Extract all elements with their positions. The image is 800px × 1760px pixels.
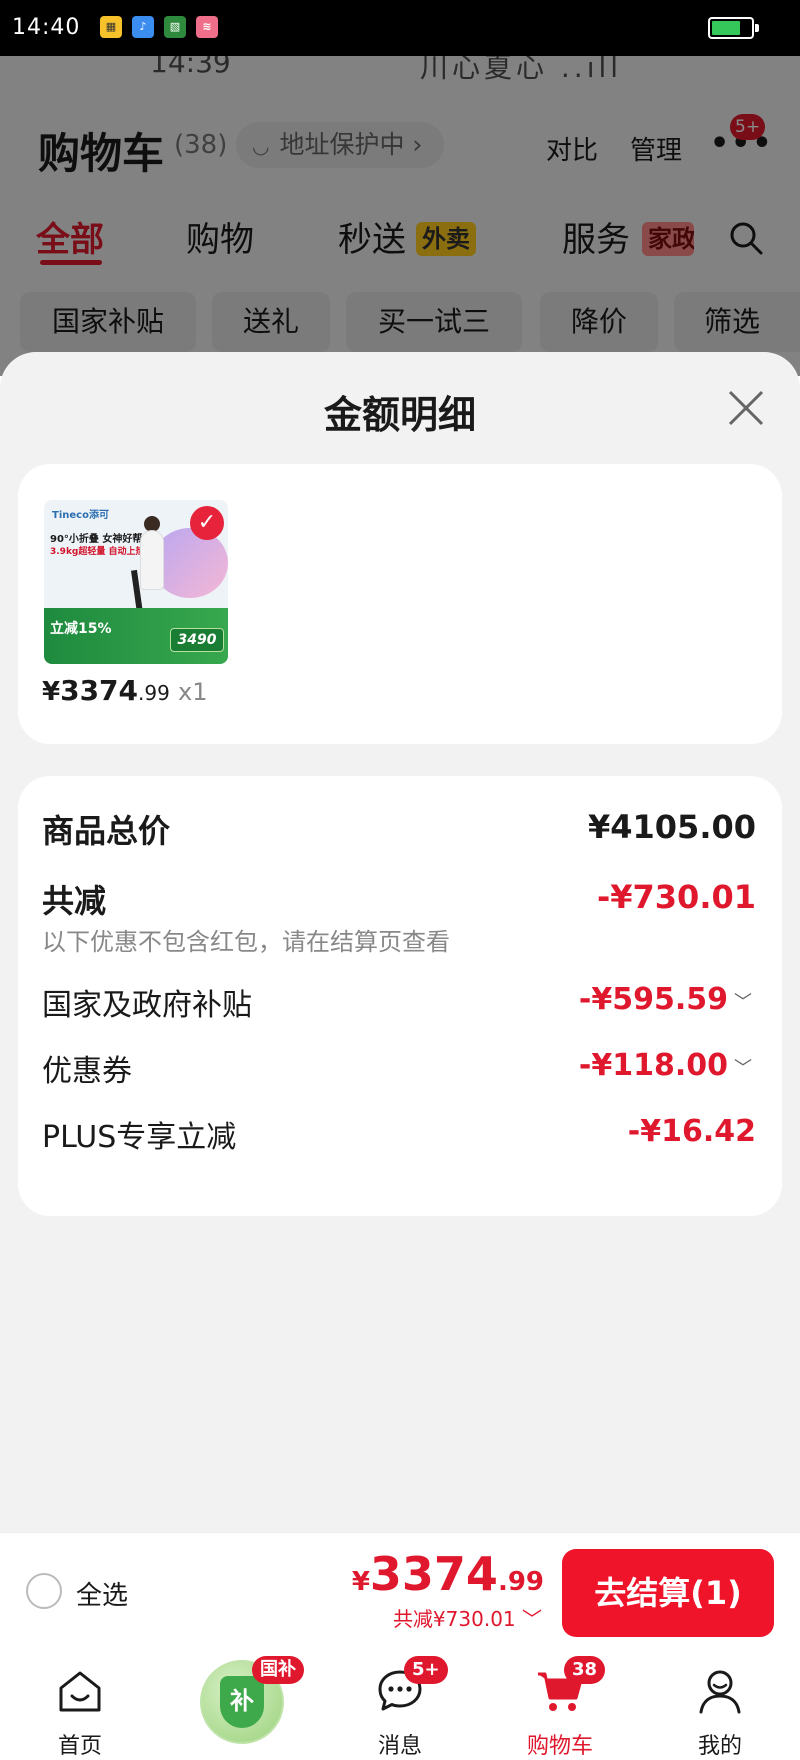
item-quantity: x1 <box>178 678 208 706</box>
coupon-value: -¥118.00 <box>578 1048 728 1083</box>
shield-icon: 补 <box>220 1676 264 1728</box>
app-notification-icon-3: ▧ <box>164 16 186 38</box>
battery-icon <box>708 17 759 39</box>
app-notification-icon-1: ▦ <box>100 16 122 38</box>
chevron-down-icon: ﹀ <box>734 991 752 1013</box>
chevron-down-icon: ﹀ <box>734 1057 752 1079</box>
close-icon[interactable] <box>724 386 768 430</box>
coupon-row[interactable]: -¥118.00 ﹀ <box>579 1048 752 1083</box>
nav-cart-badge: 38 <box>564 1656 606 1684</box>
nav-messages-badge: 5+ <box>404 1656 448 1684</box>
total-reduction-label: 共减 <box>42 882 107 920</box>
thumb-headline: 90°小折叠 女神好帮手 <box>50 534 153 545</box>
item-price: ¥3374.99 <box>42 674 170 707</box>
nav-messages[interactable]: 5+ 消息 <box>330 1648 470 1760</box>
nav-cart-label: 购物车 <box>526 1734 593 1759</box>
thumb-logo: Tineco添可 <box>52 510 109 521</box>
sheet-title: 金额明细 <box>323 393 476 437</box>
status-bar: 14:40 ▦ ♪ ▧ ≋ <box>0 0 800 56</box>
subtotal-value: ¥4105.00 <box>587 808 756 846</box>
nav-home[interactable]: 首页 <box>10 1648 150 1760</box>
nav-national-subsidy[interactable]: 补 国补 <box>170 1648 310 1760</box>
plus-discount-label: PLUS专享立减 <box>42 1120 237 1155</box>
checkout-button[interactable]: 去结算(1) <box>562 1549 774 1637</box>
product-thumbnail[interactable]: Tineco添可 90°小折叠 女神好帮手 3.9kg超轻量 自动上热水 ✓ 立… <box>44 500 228 664</box>
total-reduction-value: -¥730.01 <box>596 878 756 916</box>
gov-subsidy-label: 国家及政府补贴 <box>42 988 252 1023</box>
reduction-note: 以下优惠不包含红包，请在结算页查看 <box>42 928 450 956</box>
nav-profile-label: 我的 <box>697 1734 742 1759</box>
nav-subsidy-badge: 国补 <box>252 1656 304 1684</box>
select-all-radio[interactable] <box>26 1573 62 1609</box>
nav-cart[interactable]: 38 购物车 <box>490 1648 630 1760</box>
app-notification-icon-4: ≋ <box>196 16 218 38</box>
select-all-label[interactable]: 全选 <box>76 1575 128 1612</box>
profile-icon <box>699 1670 741 1714</box>
checkout-bar: 全选 ¥3374.99 共减¥730.01 ﹀ 去结算(1) <box>0 1532 800 1648</box>
bottom-nav: 首页 补 国补 5+ 消息 38 购物车 我的 <box>0 1648 800 1760</box>
app-notification-icon-2: ♪ <box>132 16 154 38</box>
subtotal-label: 商品总价 <box>42 812 171 850</box>
checkmark-icon: ✓ <box>190 506 224 540</box>
nav-profile[interactable]: 我的 <box>650 1648 790 1760</box>
dim-overlay[interactable] <box>0 56 800 376</box>
thumb-subline: 3.9kg超轻量 自动上热水 <box>50 547 154 557</box>
gov-subsidy-row[interactable]: -¥595.59 ﹀ <box>579 982 752 1017</box>
checkout-saving-toggle[interactable]: 共减¥730.01 ﹀ <box>393 1603 542 1632</box>
gov-subsidy-value: -¥595.59 <box>578 982 728 1017</box>
home-icon <box>59 1671 101 1712</box>
coupon-label: 优惠券 <box>42 1054 132 1089</box>
nav-messages-label: 消息 <box>377 1734 422 1759</box>
plus-discount-value: -¥16.42 <box>627 1114 756 1149</box>
price-breakdown-card: 商品总价 ¥4105.00 共减 -¥730.01 以下优惠不包含红包，请在结算… <box>18 776 782 1216</box>
product-card: Tineco添可 90°小折叠 女神好帮手 3.9kg超轻量 自动上热水 ✓ 立… <box>18 464 782 744</box>
checkout-total: ¥3374.99 <box>351 1547 544 1601</box>
nav-home-label: 首页 <box>57 1734 102 1759</box>
thumb-discount: 立减15% <box>50 621 112 637</box>
status-time: 14:40 <box>12 15 81 40</box>
thumb-price-tag: 3490 <box>170 628 224 652</box>
